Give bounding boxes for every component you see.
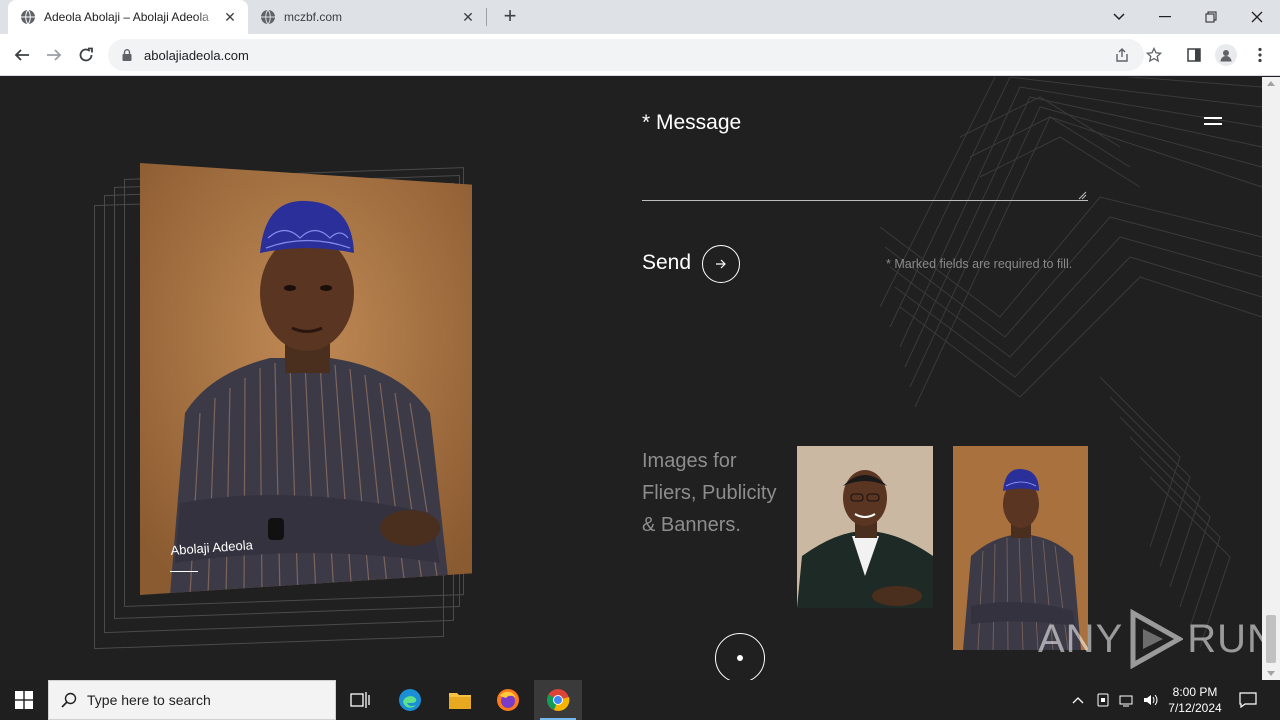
tab-separator: [486, 8, 487, 26]
tray-wifi-icon[interactable]: [1116, 680, 1138, 720]
tab-adeola-abolaji[interactable]: Adeola Abolaji – Abolaji Adeola ✕: [8, 0, 248, 34]
windows-taskbar: Type here to search 8:00 PM 7/12/2024: [0, 680, 1280, 720]
restore-icon[interactable]: [1188, 0, 1234, 34]
tab-title: mczbf.com: [284, 10, 343, 24]
gallery-heading-line: & Banners.: [642, 514, 741, 536]
watermark-left-text: ANY: [1038, 616, 1124, 661]
url-text: abolajiadeola.com: [144, 47, 249, 63]
required-fields-note: * Marked fields are required to fill.: [886, 257, 1073, 271]
watermark-right-text: RUN: [1187, 616, 1262, 661]
firefox-icon[interactable]: [484, 680, 532, 720]
browser-tab-bar: Adeola Abolaji – Abolaji Adeola ✕ mczbf.…: [0, 0, 1280, 34]
new-tab-plus-icon[interactable]: +: [498, 5, 522, 29]
share-icon[interactable]: [1108, 41, 1136, 69]
side-panel-icon[interactable]: [1180, 41, 1208, 69]
back-arrow-icon[interactable]: [8, 41, 36, 69]
edge-browser-icon[interactable]: [386, 680, 434, 720]
forward-arrow-icon[interactable]: [40, 41, 68, 69]
message-textarea[interactable]: [642, 149, 1088, 201]
gallery-heading-line: Fliers, Publicity: [642, 482, 777, 504]
tab-title: Adeola Abolaji – Abolaji Adeola: [44, 10, 209, 24]
browser-toolbar: abolajiadeola.com: [0, 34, 1280, 76]
scroll-down-arrow-icon[interactable]: [1267, 671, 1275, 676]
bookmark-star-icon[interactable]: [1140, 41, 1168, 69]
portrait-photo: [140, 163, 472, 595]
tray-volume-icon[interactable]: [1140, 680, 1162, 720]
globe-icon: [21, 9, 35, 25]
resize-grip-icon[interactable]: [1078, 191, 1087, 200]
cursor-dot: [737, 655, 743, 661]
lock-icon: [122, 49, 132, 61]
message-label: * Message: [642, 111, 742, 134]
gallery-photo-suit[interactable]: [797, 446, 933, 608]
tab-close-icon[interactable]: ✕: [460, 9, 476, 25]
hamburger-menu-icon[interactable]: [1204, 115, 1224, 127]
globe-icon: [261, 9, 275, 25]
tray-network-device-icon[interactable]: [1092, 680, 1114, 720]
profile-avatar-icon[interactable]: [1212, 41, 1240, 69]
taskbar-clock[interactable]: 8:00 PM 7/12/2024: [1160, 684, 1230, 716]
page-scrollbar[interactable]: [1262, 77, 1280, 680]
tab-mczbf[interactable]: mczbf.com ✕: [250, 0, 486, 34]
send-label[interactable]: Send: [642, 251, 691, 275]
tab-search-chevron-icon[interactable]: [1096, 0, 1142, 34]
play-triangle-icon: [1130, 609, 1184, 669]
windows-start-icon[interactable]: [0, 680, 48, 720]
tray-chevron-up-icon[interactable]: [1068, 680, 1088, 720]
send-arrow-button[interactable]: [702, 245, 740, 283]
web-page: Abolaji Adeola * Message Send * Marked f…: [0, 77, 1262, 680]
kebab-menu-icon[interactable]: [1246, 41, 1274, 69]
arrow-right-icon: [716, 259, 726, 269]
scroll-up-arrow-icon[interactable]: [1267, 81, 1275, 86]
gallery-heading: Images for Fliers, Publicity & Banners.: [642, 445, 792, 541]
clock-time: 8:00 PM: [1172, 685, 1218, 699]
tab-close-icon[interactable]: ✕: [222, 9, 238, 25]
task-view-icon[interactable]: [336, 680, 384, 720]
anyrun-watermark: ANY RUN: [1038, 609, 1262, 669]
close-window-icon[interactable]: [1234, 0, 1280, 34]
chrome-icon[interactable]: [534, 680, 582, 720]
search-icon: [61, 692, 77, 708]
file-explorer-icon[interactable]: [436, 680, 484, 720]
address-bar[interactable]: abolajiadeola.com: [108, 39, 1144, 71]
gallery-heading-line: Images for: [642, 450, 737, 472]
search-placeholder: Type here to search: [87, 692, 211, 708]
notification-center-icon[interactable]: [1232, 680, 1264, 720]
caption-underline: [170, 571, 198, 572]
scrollbar-thumb[interactable]: [1266, 615, 1276, 663]
clock-date: 7/12/2024: [1168, 701, 1222, 715]
minimize-icon[interactable]: [1142, 0, 1188, 34]
reload-icon[interactable]: [72, 41, 100, 69]
taskbar-search-input[interactable]: Type here to search: [48, 680, 336, 720]
